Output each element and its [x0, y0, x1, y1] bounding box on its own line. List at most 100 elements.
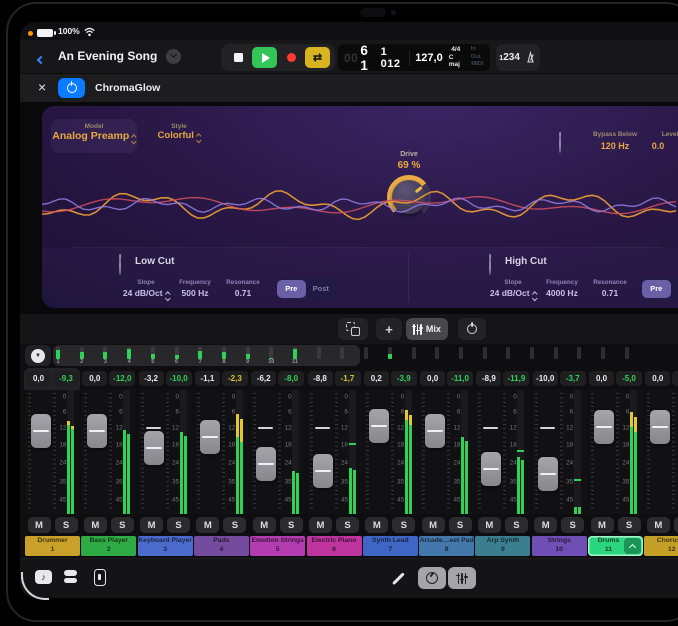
- high-cut-power-button[interactable]: [489, 257, 491, 275]
- overview-meter[interactable]: [483, 347, 487, 359]
- overview-meter[interactable]: [56, 347, 60, 359]
- volume-value[interactable]: -1,1: [195, 371, 220, 386]
- fader-cap[interactable]: [425, 414, 445, 448]
- fader-cap[interactable]: [481, 452, 501, 486]
- track-label[interactable]: Electric Piano6: [307, 536, 362, 556]
- low-cut-resonance-value[interactable]: 0.71: [211, 288, 275, 298]
- mute-button[interactable]: M: [84, 517, 107, 533]
- metronome-icon[interactable]: [524, 51, 537, 64]
- play-button[interactable]: [252, 47, 277, 68]
- browsers-icon[interactable]: [64, 570, 77, 583]
- volume-value[interactable]: -3,2: [139, 371, 164, 386]
- solo-button[interactable]: S: [618, 517, 641, 533]
- volume-value[interactable]: -8,9: [476, 371, 501, 386]
- song-title[interactable]: An Evening Song: [58, 49, 157, 63]
- mixer-view-button[interactable]: [448, 567, 476, 589]
- mix-view-button[interactable]: Mix: [406, 318, 448, 340]
- track-label[interactable]: Keyboard Player3: [138, 536, 193, 556]
- overview-meter[interactable]: [127, 347, 131, 359]
- overview-meter[interactable]: [198, 347, 202, 359]
- fader-cap[interactable]: [538, 457, 558, 491]
- fader-cap[interactable]: [87, 414, 107, 448]
- track-label[interactable]: Arcade…eet Pad8: [419, 536, 474, 556]
- stop-button[interactable]: [226, 47, 251, 68]
- post-button[interactable]: Post: [306, 280, 336, 298]
- track-label[interactable]: Drums11: [588, 536, 643, 556]
- edit-tool-icon[interactable]: [392, 572, 404, 584]
- mute-button[interactable]: M: [534, 517, 557, 533]
- solo-button[interactable]: S: [55, 517, 78, 533]
- overview-meter[interactable]: [175, 347, 179, 359]
- overview-meter[interactable]: [388, 347, 392, 359]
- overview-meter[interactable]: [103, 347, 107, 359]
- overview-meter[interactable]: [269, 347, 273, 359]
- solo-button[interactable]: S: [674, 517, 678, 533]
- solo-button[interactable]: S: [167, 517, 190, 533]
- mute-button[interactable]: M: [309, 517, 332, 533]
- fader-cap[interactable]: [256, 447, 276, 481]
- song-menu-button[interactable]: [166, 49, 181, 64]
- track-label[interactable]: Drummer1: [25, 536, 80, 556]
- overview-meter[interactable]: [554, 347, 558, 359]
- track-label[interactable]: Synth Lead7: [363, 536, 418, 556]
- mute-button[interactable]: M: [365, 517, 388, 533]
- close-plugin-button[interactable]: ×: [38, 79, 46, 95]
- overview-meter[interactable]: [577, 347, 581, 359]
- collapse-chevron-button[interactable]: [624, 538, 641, 554]
- overview-meter[interactable]: [340, 347, 344, 359]
- fader-cap[interactable]: [313, 454, 333, 488]
- track-label[interactable]: Chorus V12: [644, 536, 678, 556]
- solo-button[interactable]: S: [280, 517, 303, 533]
- bypass-power-button[interactable]: [559, 135, 561, 153]
- back-button[interactable]: [38, 50, 50, 64]
- solo-button[interactable]: S: [449, 517, 472, 533]
- track-label[interactable]: Pads4: [194, 536, 249, 556]
- fader-cap[interactable]: [31, 414, 51, 448]
- fader-cap[interactable]: [650, 410, 670, 444]
- count-in-button[interactable]: 1234: [499, 52, 520, 63]
- overview-meter[interactable]: [246, 347, 250, 359]
- lcd-display[interactable]: 00 6 1 1 012 127,0 4/4 C maj In Out MIDI: [338, 44, 490, 71]
- mute-button[interactable]: M: [478, 517, 501, 533]
- overview-meter[interactable]: [317, 347, 321, 359]
- volume-value[interactable]: 0,0: [82, 371, 107, 386]
- overview-meter[interactable]: [435, 347, 439, 359]
- overview-meter[interactable]: [530, 347, 534, 359]
- solo-button[interactable]: S: [505, 517, 528, 533]
- solo-button[interactable]: S: [336, 517, 359, 533]
- volume-value[interactable]: 0,0: [645, 371, 670, 386]
- plugin-power-button[interactable]: [58, 78, 85, 98]
- high-cut-resonance-value[interactable]: 0.71: [578, 288, 642, 298]
- solo-button[interactable]: S: [392, 517, 415, 533]
- volume-value[interactable]: -10,0: [533, 371, 558, 386]
- pre-button[interactable]: Pre: [277, 280, 307, 298]
- overview-meter[interactable]: [459, 347, 463, 359]
- volume-value[interactable]: 0,2: [364, 371, 389, 386]
- solo-button[interactable]: S: [223, 517, 246, 533]
- overview-meter[interactable]: [625, 347, 629, 359]
- volume-value[interactable]: 0,0: [26, 371, 51, 386]
- overview-meter[interactable]: [222, 347, 226, 359]
- overview-meter[interactable]: [80, 347, 84, 359]
- post-button[interactable]: Post: [671, 280, 678, 298]
- duplicate-button[interactable]: [338, 318, 368, 340]
- track-filter-button[interactable]: ▼: [25, 345, 51, 366]
- style-selector[interactable]: Style Colorful: [148, 123, 210, 142]
- mute-button[interactable]: M: [196, 517, 219, 533]
- track-label[interactable]: Strings10: [532, 536, 587, 556]
- mute-button[interactable]: M: [28, 517, 51, 533]
- add-button[interactable]: +: [376, 318, 402, 340]
- midi-controller-icon[interactable]: [94, 569, 106, 586]
- fader-cap[interactable]: [369, 409, 389, 443]
- overview-meter[interactable]: [364, 347, 368, 359]
- mute-button[interactable]: M: [591, 517, 614, 533]
- track-label[interactable]: Emotion Strings5: [250, 536, 305, 556]
- cycle-button[interactable]: ⇄: [305, 47, 330, 68]
- overview-meter[interactable]: [151, 347, 155, 359]
- volume-value[interactable]: -8,8: [308, 371, 333, 386]
- overview-meter[interactable]: [293, 347, 297, 359]
- volume-value[interactable]: 0,0: [589, 371, 614, 386]
- mixer-power-button[interactable]: [458, 318, 486, 340]
- overview-meter[interactable]: [412, 347, 416, 359]
- mute-button[interactable]: M: [647, 517, 670, 533]
